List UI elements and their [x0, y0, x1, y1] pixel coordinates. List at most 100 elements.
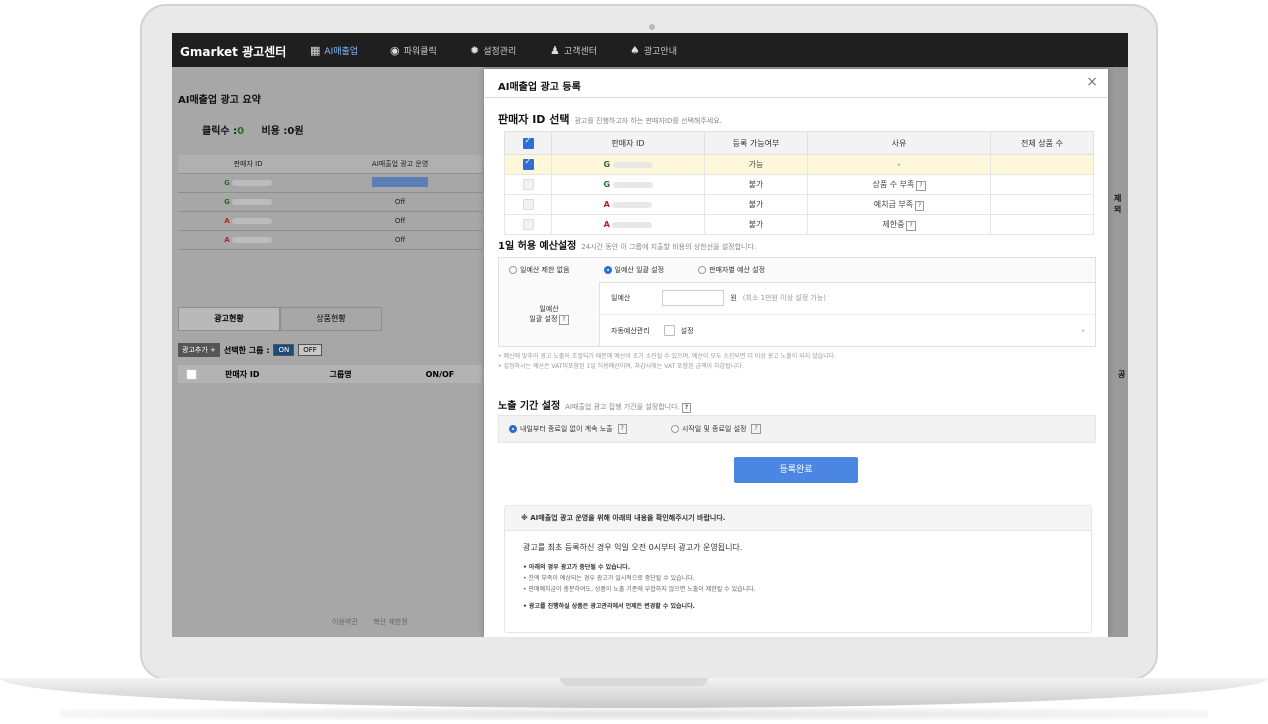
- person-icon: ♟: [550, 44, 560, 57]
- gear-icon: ✹: [470, 44, 480, 57]
- radio-icon: [509, 425, 517, 433]
- brand-logo[interactable]: Gmarket 광고센터: [180, 43, 286, 60]
- group-controls: 광고추가 + 선택한 그룹 : ON OFF: [178, 343, 322, 357]
- masked-id: [231, 237, 272, 243]
- table-row: G 불가 상품 수 부족?: [504, 174, 1094, 195]
- seller-section-title: 판매자 ID 선택 광고를 진행하고자 하는 판매자ID를 선택해주세요.: [498, 113, 722, 126]
- daily-budget-row: 일예산 원 (최소 1만원 이상 설정 가능): [611, 290, 826, 306]
- nav-ai-sales-up[interactable]: ▦ AI매출업: [310, 44, 358, 57]
- radio-bulk-budget[interactable]: 일예산 일괄 설정: [603, 265, 664, 275]
- masked-id: [232, 180, 273, 186]
- tab-product-status[interactable]: 상품현황: [280, 307, 382, 331]
- daily-budget-input[interactable]: [662, 290, 725, 306]
- table-row[interactable]: G 가능 -: [504, 154, 1094, 175]
- notice-line: • 광고를 진행하실 상품은 광고관리에서 언제든 변경할 수 있습니다.: [523, 603, 695, 610]
- help-icon[interactable]: ?: [916, 180, 926, 191]
- nav-power-click[interactable]: ◉ 파워클릭: [390, 44, 437, 57]
- period-radio-group: 내일부터 종료일 없이 계속 노출? 시작일 및 종료일 설정?: [498, 415, 1096, 443]
- radio-per-seller[interactable]: 판매자별 예산 설정: [698, 265, 765, 275]
- table-row: G: [178, 173, 482, 193]
- summary-stats: 클릭수 :0 비용 :0원: [202, 126, 304, 137]
- notice-heading: ※ AI매출업 광고 운영을 위해 아래의 내용을 확인해주시기 바랍니다.: [505, 506, 1091, 531]
- masked-id: [612, 161, 653, 168]
- col-ai-status: AI매출업 광고 운영: [318, 155, 482, 174]
- close-icon[interactable]: ×: [1086, 74, 1098, 90]
- budget-notes: • 예산에 맞추어 광고 노출이 조절되기 때문에 예산이 조기 소진될 수 있…: [498, 353, 837, 370]
- seller-checkbox[interactable]: [522, 199, 534, 210]
- summary-title: AI매출업 광고 요약: [178, 95, 261, 106]
- period-section-title: 노출 기간 설정 AI매출업 광고 집행 기간을 설정합니다.?: [498, 397, 692, 413]
- status-cell: [372, 177, 429, 187]
- masked-id: [231, 218, 272, 224]
- help-icon[interactable]: ?: [681, 403, 692, 413]
- auto-budget-row: 자동예산관리 설정 ▾: [599, 314, 1095, 346]
- calendar-icon: ▦: [310, 44, 321, 57]
- radio-icon: [603, 266, 612, 274]
- modal-header: AI매출업 광고 등록 ×: [484, 69, 1108, 98]
- seller-summary-table: 판매자 ID AI매출업 광고 운영 G G Off A Off A Off: [178, 155, 482, 250]
- masked-id: [612, 201, 653, 208]
- nav-customer-center[interactable]: ♟ 고객센터: [550, 44, 597, 57]
- seller-checkbox[interactable]: [522, 179, 534, 190]
- seller-select-table: 판매자 ID 등록 가능여부 사유 전체 상품 수 G 가능 - G 불가 상품…: [504, 131, 1094, 235]
- off-button[interactable]: OFF: [298, 344, 322, 356]
- select-all-sellers-checkbox[interactable]: [522, 136, 534, 149]
- radio-icon: [509, 266, 517, 274]
- summary-panel: AI매출업 광고 요약 클릭수 :0 비용 :0원 판매자 ID AI매출업 광…: [172, 67, 484, 637]
- terms-link[interactable]: 이용약관: [332, 618, 358, 626]
- mouse-icon: ◉: [390, 44, 400, 57]
- table-row: G Off: [178, 192, 482, 212]
- modal-title: AI매출업 광고 등록: [498, 82, 581, 93]
- nav-ad-guide[interactable]: ♠ 광고안내: [630, 44, 677, 57]
- camera-dot: [649, 24, 655, 30]
- col-seller-id: 판매자 ID: [178, 155, 319, 174]
- footer-links: 이용약관 복산 제한정: [332, 617, 408, 627]
- col-availability: 등록 가능여부: [704, 131, 808, 155]
- chevron-down-icon[interactable]: ▾: [1081, 327, 1085, 335]
- budget-section-title: 1일 허용 예산설정 24시간 동안 이 그룹에 지출할 비용의 상한선을 설정합…: [498, 241, 757, 252]
- laptop-shadow: [60, 708, 1208, 720]
- top-navigation: Gmarket 광고센터 ▦ AI매출업 ◉ 파워클릭 ✹ 설정관리 ♟ 고객센…: [172, 33, 1128, 67]
- add-ad-button[interactable]: 광고추가 +: [178, 343, 220, 357]
- notice-box: ※ AI매출업 광고 운영을 위해 아래의 내용을 확인해주시기 바랍니다. 광…: [504, 505, 1092, 633]
- help-icon[interactable]: ?: [559, 314, 569, 325]
- radio-icon: [670, 425, 679, 433]
- screen: Gmarket 광고센터 ▦ AI매출업 ◉ 파워클릭 ✹ 설정관리 ♟ 고객센…: [172, 33, 1128, 637]
- notice-line: • 판매예치금이 충분하여도, 상품이 노출 기준에 부합하지 않으면 노출이 …: [523, 586, 756, 593]
- notice-line: • 아래의 경우 광고가 중단될 수 있습니다.: [523, 564, 630, 571]
- table-row: A 불가 제한중?: [504, 214, 1094, 235]
- budget-radio-group: 일예산 제한 없음 일예산 일괄 설정 판매자별 예산 설정: [499, 258, 1095, 283]
- radio-no-limit[interactable]: 일예산 제한 없음: [509, 265, 570, 275]
- restriction-link[interactable]: 복산 제한정: [373, 618, 407, 626]
- nav-settings[interactable]: ✹ 설정관리: [470, 44, 516, 57]
- help-icon[interactable]: ?: [751, 424, 761, 434]
- bg-column-fragment: 공: [1118, 370, 1126, 379]
- table-row: A Off: [178, 211, 482, 231]
- masked-id: [612, 221, 653, 228]
- tab-ad-status[interactable]: 광고현황: [178, 307, 280, 331]
- seller-checkbox[interactable]: [522, 219, 534, 230]
- select-all-checkbox[interactable]: [186, 368, 197, 380]
- bulk-budget-label: 일예산 일괄 설정?: [499, 282, 600, 346]
- col-seller-id: 판매자 ID: [551, 131, 705, 155]
- ad-register-modal: AI매출업 광고 등록 × 판매자 ID 선택 광고를 진행하고자 하는 판매자I…: [484, 69, 1108, 637]
- ad-list-header: 판매자 ID 그룹명 ON/OF: [178, 365, 482, 383]
- seller-checkbox[interactable]: [522, 157, 534, 170]
- table-row: A 불가 예치금 부족?: [504, 194, 1094, 215]
- on-button[interactable]: ON: [273, 344, 295, 356]
- help-icon[interactable]: ?: [906, 220, 916, 231]
- help-icon[interactable]: ?: [617, 424, 627, 434]
- notice-main-text: 광고를 최초 등록하신 경우 익일 오전 0시부터 광고가 운영됩니다.: [523, 543, 743, 552]
- budget-settings: 일예산 제한 없음 일예산 일괄 설정 판매자별 예산 설정 일예산 일괄 설정…: [498, 257, 1096, 347]
- radio-date-range[interactable]: 시작일 및 종료일 설정?: [670, 424, 761, 434]
- radio-continuous[interactable]: 내일부터 종료일 없이 계속 노출?: [509, 424, 627, 434]
- laptop-notch: [560, 678, 708, 686]
- notice-line: • 잔액 부족이 예상되는 경우 광고가 일시적으로 중단될 수 있습니다.: [523, 575, 695, 582]
- table-row: A Off: [178, 230, 482, 250]
- help-icon[interactable]: ?: [915, 200, 925, 211]
- col-total-products: 전체 상품 수: [990, 131, 1094, 155]
- masked-id: [232, 199, 273, 205]
- submit-button[interactable]: 등록완료: [734, 457, 858, 483]
- bell-icon: ♠: [630, 44, 640, 57]
- auto-budget-checkbox[interactable]: [663, 325, 675, 336]
